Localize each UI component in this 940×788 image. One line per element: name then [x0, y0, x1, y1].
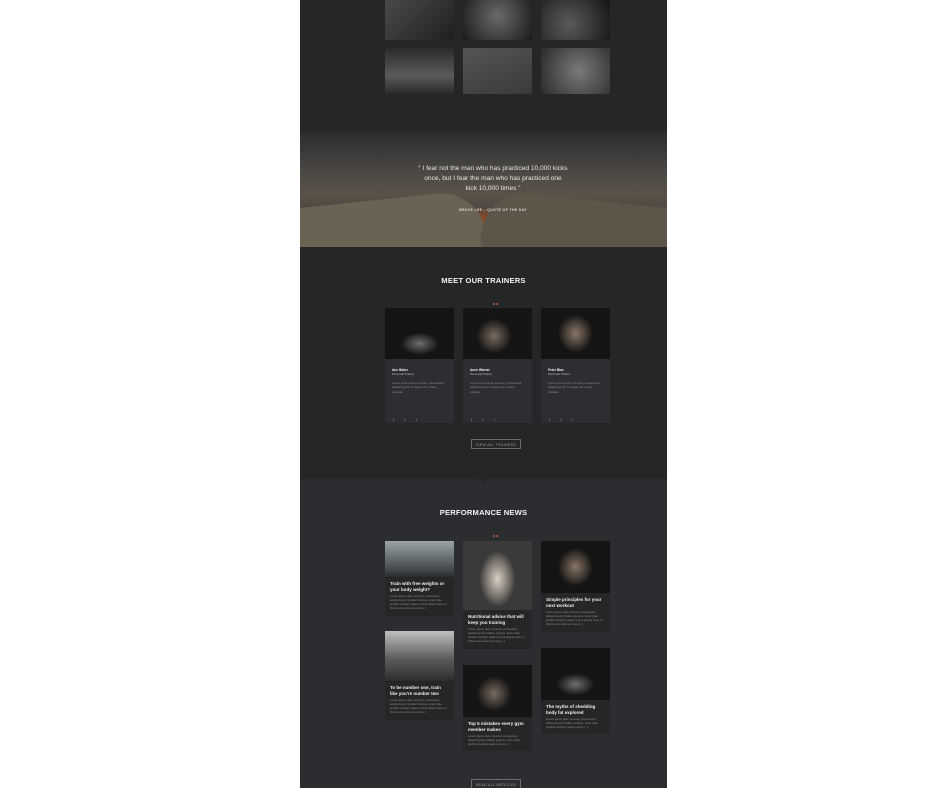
news-card[interactable]: The myths of shedding body fat explored …: [541, 648, 610, 735]
news-card[interactable]: Top 5 mistakes every gym member makes Lo…: [463, 665, 532, 752]
heading-divider: [493, 524, 499, 537]
facebook-icon[interactable]: f: [471, 418, 478, 422]
trainer-role: Personal Trainer: [470, 372, 493, 376]
news-excerpt: Lorem ipsum dolor sit amet, consectetur …: [546, 610, 603, 627]
fist-right-image: [479, 188, 667, 247]
news-card[interactable]: Train with free weights or your body wei…: [385, 541, 454, 616]
view-all-trainers-button[interactable]: VIEW ALL TRAINERS: [471, 439, 521, 449]
news-excerpt: Lorem ipsum dolor sit amet, consectetur …: [468, 627, 525, 644]
gallery-image[interactable]: [463, 0, 532, 40]
news-title[interactable]: The myths of shedding body fat explored: [541, 700, 610, 715]
trainer-socials: f t i: [549, 408, 579, 426]
news-title[interactable]: Train with free weights or your body wei…: [385, 577, 454, 592]
news-excerpt: Lorem ipsum dolor sit amet, consectetur …: [390, 594, 447, 611]
news-title[interactable]: Top 5 mistakes every gym member makes: [463, 717, 532, 732]
gallery-image[interactable]: [541, 0, 610, 40]
trainer-socials: f t i: [471, 408, 501, 426]
quote-author: BRUCE LEE – QUOTE OF THE DAY: [459, 208, 527, 212]
news-card[interactable]: Nutritional advice that will keep you tr…: [463, 541, 532, 649]
twitter-icon[interactable]: t: [404, 418, 411, 422]
twitter-icon[interactable]: t: [560, 418, 567, 422]
gallery-image[interactable]: [463, 48, 532, 94]
gallery-image[interactable]: [385, 0, 454, 40]
instagram-icon[interactable]: i: [416, 418, 423, 422]
instagram-icon[interactable]: i: [494, 418, 501, 422]
facebook-icon[interactable]: f: [393, 418, 400, 422]
quote-text: “ I fear not the man who has practiced 1…: [418, 165, 568, 192]
news-section: PERFORMANCE NEWS Train with free weights…: [300, 479, 667, 788]
trainer-description: Lorem ipsum dolor sit amet, consectetur …: [470, 381, 522, 394]
trainer-card[interactable]: Peter Blue Personal Trainer Lorem ipsum …: [541, 308, 610, 423]
quote-banner: “ I fear not the man who has practiced 1…: [300, 131, 667, 247]
news-image: [541, 648, 610, 700]
trainer-photo: [463, 308, 532, 359]
facebook-icon[interactable]: f: [549, 418, 556, 422]
news-title[interactable]: Nutritional advice that will keep you tr…: [463, 610, 532, 625]
news-image: [385, 541, 454, 577]
instagram-icon[interactable]: i: [572, 418, 579, 422]
section-notch: [478, 479, 488, 484]
news-title[interactable]: Simple principles for your next workout: [541, 593, 610, 608]
news-title[interactable]: To be number one, train like you're numb…: [385, 681, 454, 696]
news-excerpt: Lorem ipsum dolor sit amet, consectetur …: [546, 717, 598, 730]
trainer-role: Personal Trainer: [392, 372, 415, 376]
trainer-role: Personal Trainer: [548, 372, 571, 376]
news-image: [463, 541, 532, 610]
news-image: [463, 665, 532, 717]
fist-left-image: [300, 188, 488, 247]
gallery-image[interactable]: [385, 48, 454, 94]
news-excerpt: Lorem ipsum dolor sit amet, consectetur …: [390, 698, 447, 715]
trainer-card[interactable]: Ann Baker Personal Trainer Lorem ipsum d…: [385, 308, 454, 423]
news-image: [385, 631, 454, 681]
heading-divider: [493, 292, 499, 305]
trainer-description: Lorem ipsum dolor sit amet, consectetur …: [392, 381, 444, 394]
read-all-articles-button[interactable]: READ ALL ARTICLES: [471, 779, 521, 788]
page: “ I fear not the man who has practiced 1…: [300, 0, 667, 788]
news-heading: PERFORMANCE NEWS: [439, 508, 528, 517]
trainer-socials: f t i: [393, 408, 423, 426]
news-excerpt: Lorem ipsum dolor sit amet, consectetur …: [468, 734, 520, 747]
news-card[interactable]: To be number one, train like you're numb…: [385, 631, 454, 720]
trainer-description: Lorem ipsum dolor sit amet, consectetur …: [548, 381, 600, 394]
trainers-heading: MEET OUR TRAINERS: [441, 276, 526, 285]
trainer-photo: [385, 308, 454, 359]
trainer-photo: [541, 308, 610, 359]
news-image: [541, 541, 610, 593]
gallery-image[interactable]: [541, 48, 610, 94]
news-card[interactable]: Simple principles for your next workout …: [541, 541, 610, 632]
twitter-icon[interactable]: t: [482, 418, 489, 422]
trainer-card[interactable]: Anne Warner Personal Trainer Lorem ipsum…: [463, 308, 532, 423]
